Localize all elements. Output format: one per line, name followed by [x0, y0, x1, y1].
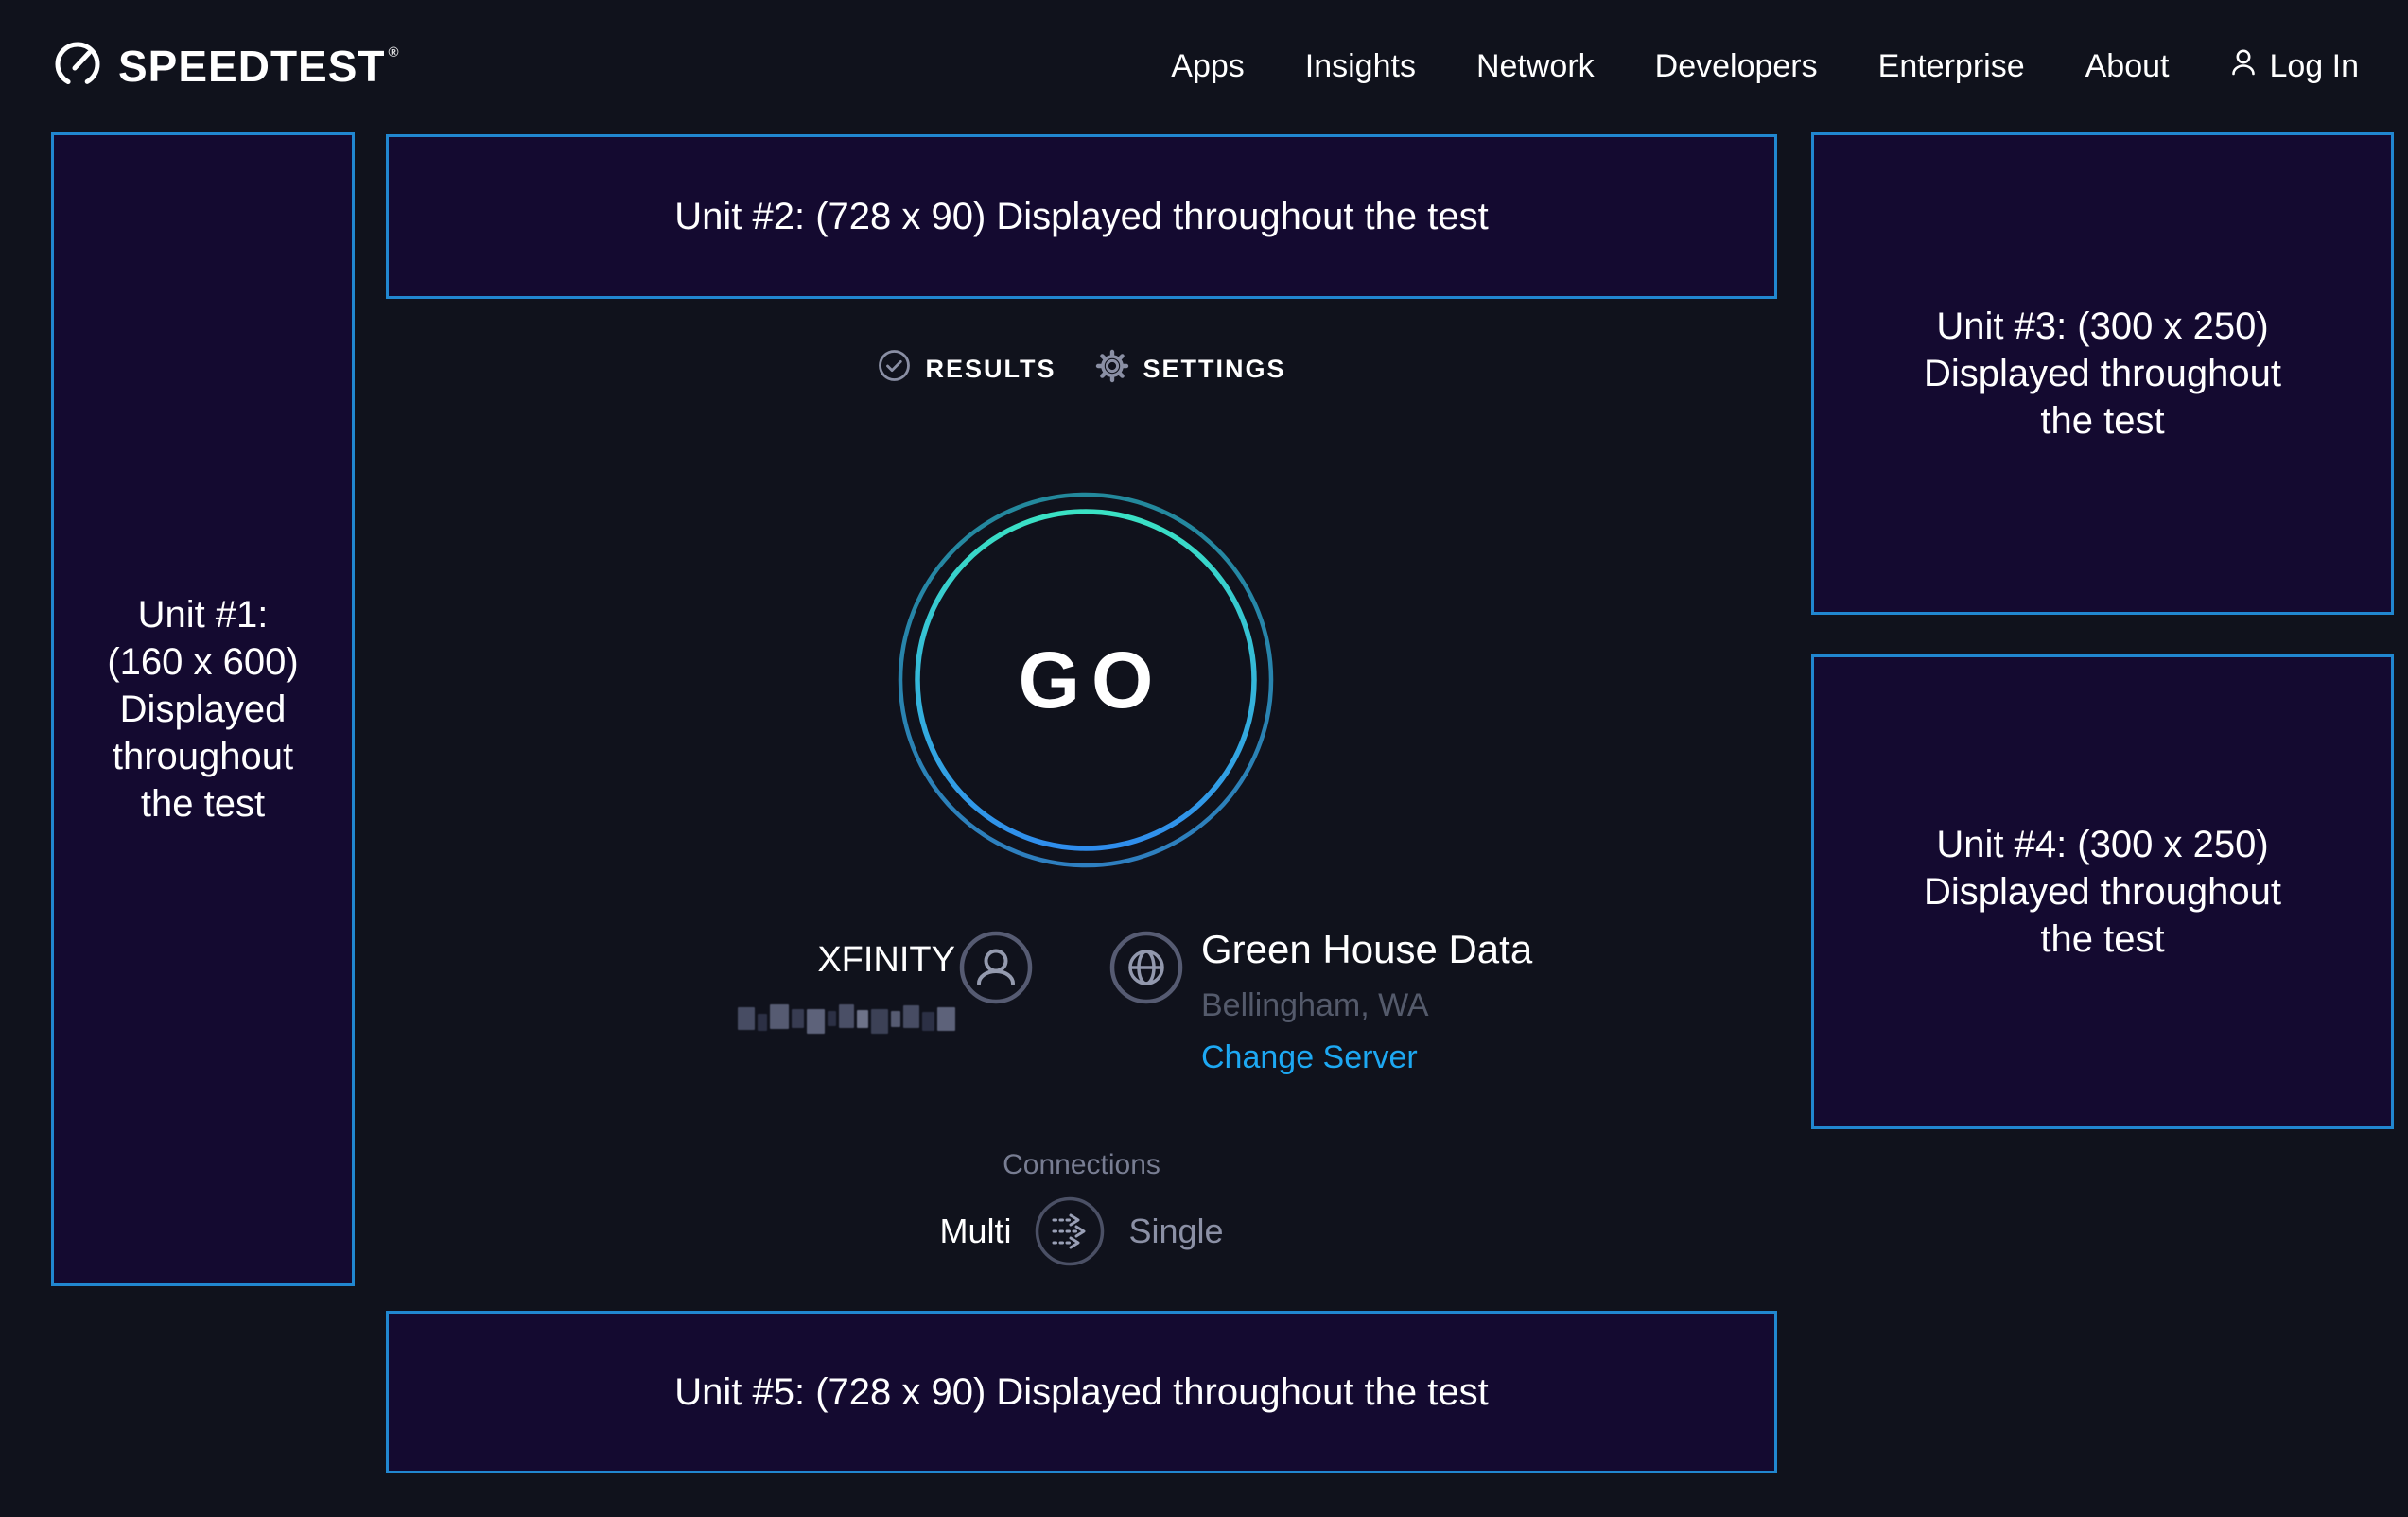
tabs-row: RESULTS: [386, 337, 1777, 401]
ad-unit-1-line: (160 x 600): [107, 638, 298, 686]
tab-settings-label: SETTINGS: [1143, 355, 1286, 384]
nav-item-enterprise[interactable]: Enterprise: [1878, 48, 2025, 85]
ad-unit-4-line: Displayed throughout: [1924, 868, 2281, 915]
ad-unit-4[interactable]: Unit #4: (300 x 250) Displayed throughou…: [1811, 654, 2394, 1129]
ad-unit-1[interactable]: Unit #1: (160 x 600) Displayed throughou…: [51, 132, 355, 1286]
isp-name: XFINITY: [386, 939, 955, 981]
server-name: Green House Data: [1201, 929, 1532, 970]
ad-unit-4-line: the test: [2040, 915, 2164, 963]
ad-unit-1-line: Unit #1:: [138, 591, 269, 638]
isp-user-icon: [958, 930, 1034, 1005]
gear-icon: [1094, 348, 1130, 391]
connections-toggle[interactable]: [1034, 1195, 1106, 1267]
nav-item-about[interactable]: About: [2085, 48, 2170, 85]
server-location: Bellingham, WA: [1201, 986, 1532, 1024]
login-button[interactable]: Log In: [2229, 46, 2359, 87]
nav-item-network[interactable]: Network: [1476, 48, 1595, 85]
ad-unit-1-line: the test: [141, 780, 265, 828]
check-circle-icon: [877, 348, 912, 390]
tab-settings[interactable]: SETTINGS: [1094, 348, 1286, 391]
header: SPEEDTEST ® Apps Insights Network Develo…: [0, 0, 2408, 132]
login-label: Log In: [2269, 48, 2359, 85]
ad-unit-4-line: Unit #4: (300 x 250): [1936, 821, 2268, 868]
main-nav: Apps Insights Network Developers Enterpr…: [1171, 46, 2359, 87]
server-info: Green House Data Bellingham, WA Change S…: [1201, 929, 1532, 1076]
tab-results[interactable]: RESULTS: [877, 348, 1056, 390]
connections-row: Multi Single: [386, 1190, 1777, 1273]
isp-block: XFINITY: [386, 913, 955, 1035]
nav-item-apps[interactable]: Apps: [1171, 48, 1245, 85]
nav-item-developers[interactable]: Developers: [1655, 48, 1818, 85]
change-server-link[interactable]: Change Server: [1201, 1038, 1532, 1076]
ad-unit-3-line: the test: [2040, 397, 2164, 445]
tab-results-label: RESULTS: [925, 355, 1056, 384]
ad-unit-2-text: Unit #2: (728 x 90) Displayed throughout…: [674, 193, 1489, 240]
ad-unit-1-line: throughout: [113, 733, 293, 780]
brand-name: SPEEDTEST: [118, 41, 386, 92]
go-button[interactable]: GO: [887, 481, 1284, 879]
connections-multi-option[interactable]: Multi: [939, 1212, 1011, 1251]
trademark-symbol: ®: [389, 44, 400, 61]
ad-unit-3-line: Displayed throughout: [1924, 350, 2281, 397]
ad-unit-5[interactable]: Unit #5: (728 x 90) Displayed throughout…: [386, 1311, 1777, 1473]
ad-unit-1-line: Displayed: [120, 686, 287, 733]
ad-unit-5-text: Unit #5: (728 x 90) Displayed throughout…: [674, 1369, 1489, 1416]
go-label: GO: [887, 481, 1284, 879]
connection-info-row: XFINITY: [386, 913, 1777, 1102]
connections-single-option[interactable]: Single: [1128, 1212, 1223, 1251]
speedtest-logo[interactable]: SPEEDTEST ®: [52, 39, 400, 95]
server-globe-icon: [1108, 930, 1184, 1005]
redacted-ip: [738, 1004, 955, 1033]
ad-unit-3-line: Unit #3: (300 x 250): [1936, 303, 2268, 350]
nav-item-insights[interactable]: Insights: [1305, 48, 1416, 85]
connections-label: Connections: [386, 1146, 1777, 1184]
speedtest-page: SPEEDTEST ® Apps Insights Network Develo…: [0, 0, 2408, 1517]
ad-unit-3[interactable]: Unit #3: (300 x 250) Displayed throughou…: [1811, 132, 2394, 615]
ad-unit-2[interactable]: Unit #2: (728 x 90) Displayed throughout…: [386, 134, 1777, 299]
gauge-icon: [52, 39, 103, 95]
user-icon: [2229, 46, 2258, 87]
